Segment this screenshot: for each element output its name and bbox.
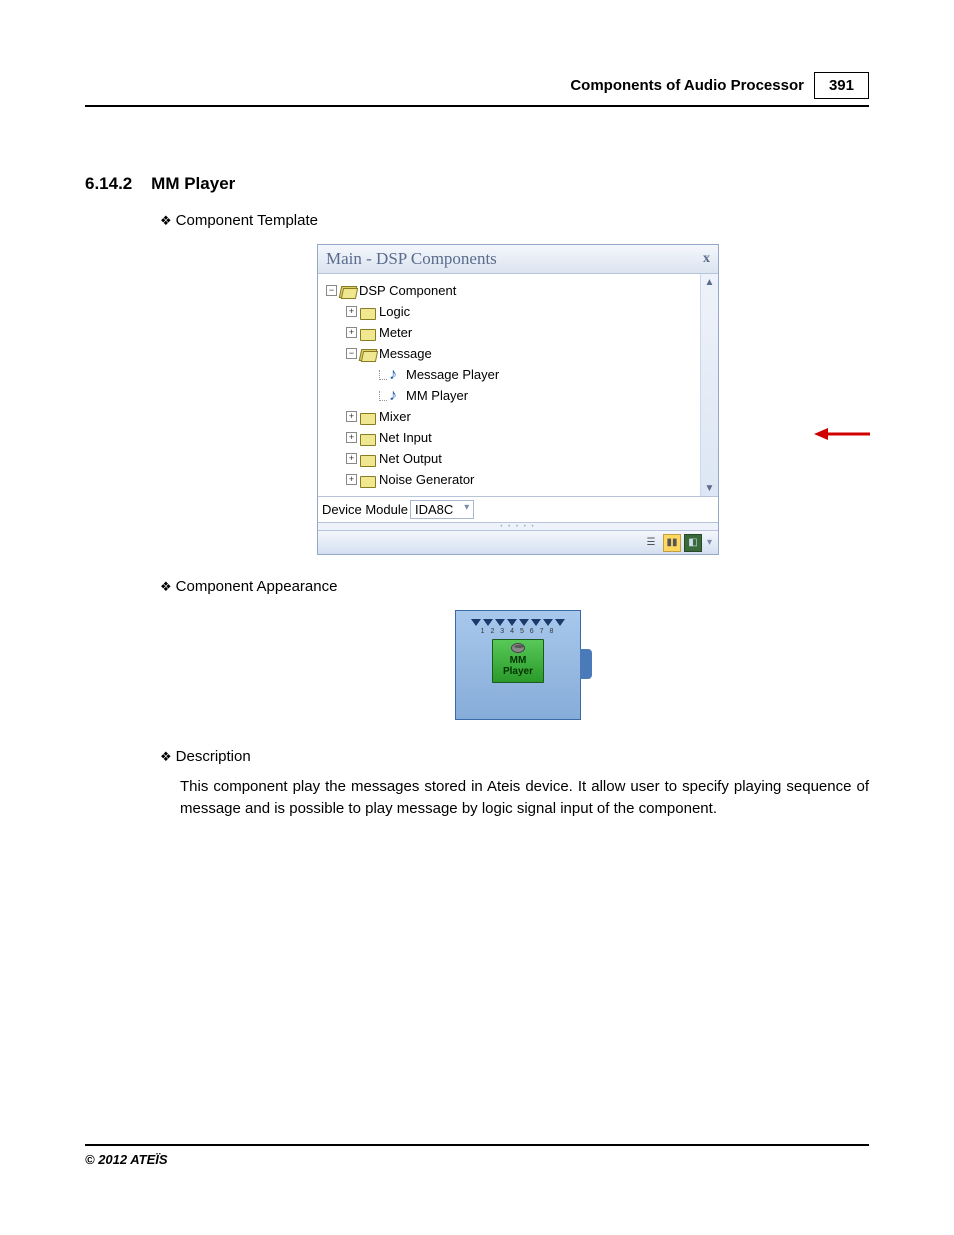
expand-icon[interactable]: + bbox=[346, 432, 357, 443]
device-module-value: IDA8C bbox=[415, 502, 453, 517]
bullet-description: ❖ Description bbox=[160, 748, 251, 765]
tree-label: Meter bbox=[379, 325, 412, 340]
mm-player-component-block[interactable]: 1 2 3 4 5 6 7 8 MM Player bbox=[455, 610, 581, 720]
folder-icon bbox=[360, 431, 376, 445]
tree-content[interactable]: − DSP Component + Logic + Meter − Messag… bbox=[318, 274, 700, 496]
section-number: 6.14.2 bbox=[85, 174, 132, 193]
panel-resize-handle[interactable]: • • • • • bbox=[318, 522, 718, 530]
tree-connector bbox=[379, 370, 387, 380]
tree-label: Net Input bbox=[379, 430, 432, 445]
tree-item-logic[interactable]: + Logic bbox=[326, 301, 696, 322]
tree-label: Noise Generator bbox=[379, 472, 474, 487]
tree-item-message-player[interactable]: Message Player bbox=[326, 364, 696, 385]
bullet-icon: ❖ bbox=[160, 579, 172, 595]
panel-title: Main - DSP Components bbox=[326, 249, 497, 269]
device-module-row: Device Module IDA8C bbox=[318, 496, 718, 522]
expand-icon[interactable]: + bbox=[346, 474, 357, 485]
tree-area: − DSP Component + Logic + Meter − Messag… bbox=[318, 274, 718, 496]
expand-icon[interactable]: + bbox=[346, 327, 357, 338]
tree-label: Net Output bbox=[379, 451, 442, 466]
tile-line2: Player bbox=[503, 666, 533, 677]
tree-item-noise-generator[interactable]: + Noise Generator bbox=[326, 469, 696, 490]
folder-open-icon bbox=[340, 284, 356, 298]
pin-icon bbox=[471, 619, 481, 626]
bullet-icon: ❖ bbox=[160, 749, 172, 765]
tree-root[interactable]: − DSP Component bbox=[326, 280, 696, 301]
tree-item-meter[interactable]: + Meter bbox=[326, 322, 696, 343]
panel-titlebar[interactable]: Main - DSP Components x bbox=[318, 245, 718, 274]
pin-icon bbox=[531, 619, 541, 626]
tree-connector bbox=[379, 391, 387, 401]
expand-icon[interactable]: + bbox=[346, 453, 357, 464]
device-module-label: Device Module bbox=[322, 502, 408, 517]
tree-item-message[interactable]: − Message bbox=[326, 343, 696, 364]
bullet-label: Description bbox=[176, 748, 251, 765]
tree-item-net-output[interactable]: + Net Output bbox=[326, 448, 696, 469]
pin-icon bbox=[555, 619, 565, 626]
music-note-icon bbox=[389, 389, 403, 403]
status-dropdown-icon[interactable]: ▾ bbox=[705, 537, 714, 548]
disc-icon bbox=[511, 643, 525, 653]
status-list-icon[interactable]: ☰ bbox=[642, 534, 660, 552]
bullet-label: Component Template bbox=[176, 212, 318, 229]
pin-row bbox=[471, 619, 565, 626]
folder-icon bbox=[360, 452, 376, 466]
music-note-icon bbox=[389, 368, 403, 382]
tree-label: Message Player bbox=[406, 367, 499, 382]
panel-status-bar: ☰ ▮▮ ◧ ▾ bbox=[318, 530, 718, 554]
pin-icon bbox=[519, 619, 529, 626]
bullet-icon: ❖ bbox=[160, 213, 172, 229]
tree-label: Mixer bbox=[379, 409, 411, 424]
section-heading: 6.14.2 MM Player bbox=[85, 174, 235, 194]
tree-label: Logic bbox=[379, 304, 410, 319]
mm-player-tile[interactable]: MM Player bbox=[492, 639, 544, 683]
tree-item-net-input[interactable]: + Net Input bbox=[326, 427, 696, 448]
folder-icon bbox=[360, 305, 376, 319]
expand-icon[interactable]: + bbox=[346, 411, 357, 422]
close-icon[interactable]: x bbox=[703, 251, 710, 267]
tree-label: MM Player bbox=[406, 388, 468, 403]
status-settings-icon[interactable]: ◧ bbox=[684, 534, 702, 552]
tile-line1: MM bbox=[503, 655, 533, 666]
folder-icon bbox=[360, 473, 376, 487]
tree-item-mixer[interactable]: + Mixer bbox=[326, 406, 696, 427]
collapse-icon[interactable]: − bbox=[326, 285, 337, 296]
folder-icon bbox=[360, 326, 376, 340]
description-text: This component play the messages stored … bbox=[180, 776, 869, 820]
pin-icon bbox=[507, 619, 517, 626]
status-view-icon[interactable]: ▮▮ bbox=[663, 534, 681, 552]
bullet-component-appearance: ❖ Component Appearance bbox=[160, 578, 337, 595]
dsp-components-panel: Main - DSP Components x − DSP Component … bbox=[317, 244, 719, 555]
page-header: Components of Audio Processor 391 bbox=[85, 72, 869, 107]
tree-label: DSP Component bbox=[359, 283, 456, 298]
pin-icon bbox=[483, 619, 493, 626]
device-module-select[interactable]: IDA8C bbox=[410, 500, 474, 519]
bullet-component-template: ❖ Component Template bbox=[160, 212, 318, 229]
scroll-down-icon[interactable]: ▼ bbox=[702, 480, 718, 496]
scroll-up-icon[interactable]: ▲ bbox=[702, 274, 718, 290]
copyright-text: © 2012 ATEÏS bbox=[85, 1152, 168, 1167]
bullet-label: Component Appearance bbox=[176, 578, 338, 595]
header-title: Components of Audio Processor bbox=[570, 77, 804, 94]
section-title-text: MM Player bbox=[151, 174, 235, 193]
output-connector-icon bbox=[580, 649, 592, 679]
highlight-arrow-icon bbox=[812, 426, 872, 442]
pin-labels: 1 2 3 4 5 6 7 8 bbox=[481, 628, 556, 635]
scrollbar[interactable]: ▲ ▼ bbox=[700, 274, 718, 496]
collapse-icon[interactable]: − bbox=[346, 348, 357, 359]
tree-item-mm-player[interactable]: MM Player bbox=[326, 385, 696, 406]
page-number: 391 bbox=[814, 72, 869, 99]
tree-label: Message bbox=[379, 346, 432, 361]
folder-open-icon bbox=[360, 347, 376, 361]
expand-icon[interactable]: + bbox=[346, 306, 357, 317]
pin-icon bbox=[495, 619, 505, 626]
folder-icon bbox=[360, 410, 376, 424]
page-footer: © 2012 ATEÏS bbox=[85, 1144, 869, 1167]
pin-icon bbox=[543, 619, 553, 626]
